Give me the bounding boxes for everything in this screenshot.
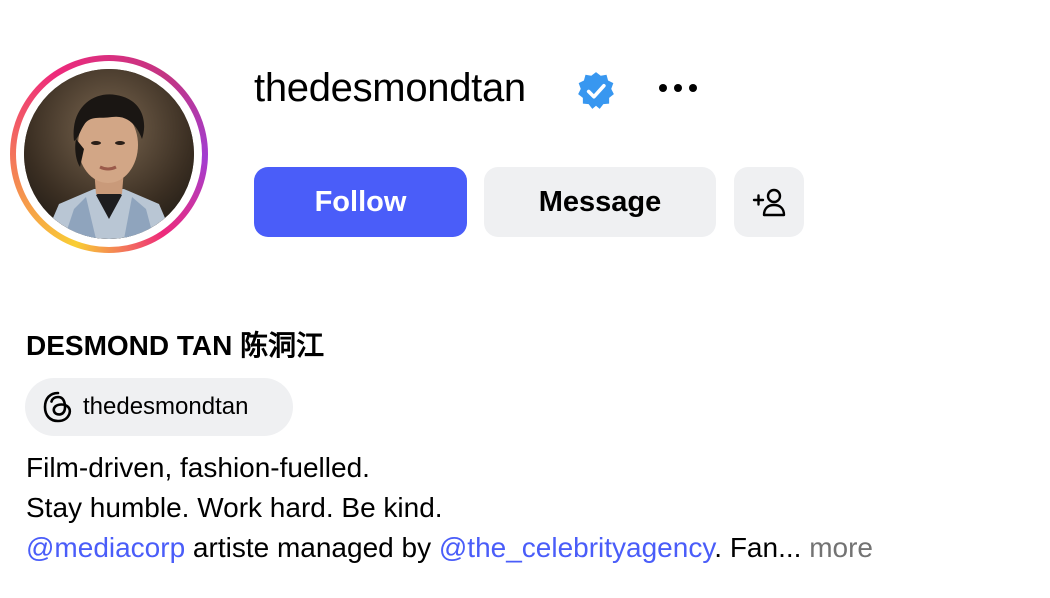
bio-line-1: Film-driven, fashion-fuelled. — [26, 452, 370, 483]
profile-photo — [24, 69, 194, 239]
story-ring[interactable] — [10, 55, 208, 253]
more-options-button[interactable] — [648, 68, 708, 108]
message-button[interactable]: Message — [484, 167, 716, 237]
threads-icon — [43, 391, 72, 423]
threads-handle: thedesmondtan — [83, 393, 249, 420]
bio-line-3: @mediacorp artiste managed by @the_celeb… — [26, 528, 873, 568]
profile-username: thedesmondtan — [254, 66, 526, 110]
avatar[interactable] — [24, 69, 194, 239]
threads-link[interactable]: thedesmondtan — [25, 378, 293, 436]
more-options-icon — [659, 84, 697, 92]
bio-text: artiste managed by — [185, 532, 439, 563]
profile-page: thedesmondtan Follow Message DESMOND TAN… — [0, 0, 1050, 598]
bio-text-truncated: . Fan... — [714, 532, 802, 563]
suggested-accounts-button[interactable] — [734, 167, 804, 237]
bio-line-2: Stay humble. Work hard. Be kind. — [26, 492, 443, 523]
add-user-icon — [752, 188, 786, 217]
display-name: DESMOND TAN 陈洞江 — [26, 330, 325, 361]
follow-button[interactable]: Follow — [254, 167, 467, 237]
verified-badge-icon — [578, 72, 614, 109]
mention-celebrityagency-link[interactable]: @the_celebrityagency — [439, 532, 714, 563]
mention-mediacorp-link[interactable]: @mediacorp — [26, 532, 185, 563]
bio-more-link[interactable]: more — [809, 532, 873, 563]
